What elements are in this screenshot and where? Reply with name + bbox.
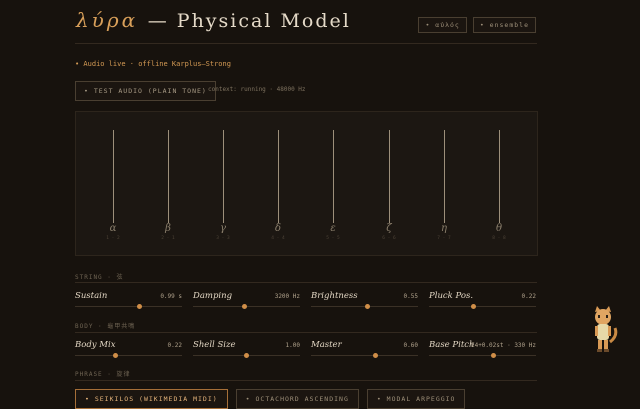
- param-value: 1.00: [285, 342, 300, 349]
- slider-knob[interactable]: [136, 304, 142, 309]
- param-damping: Damping 3200 Hz: [193, 291, 300, 311]
- slider-knob[interactable]: [372, 353, 378, 358]
- section-string-divider: [75, 282, 537, 283]
- string-5[interactable]: [333, 130, 334, 223]
- param-shell-size: Shell Size 1.00: [193, 340, 300, 360]
- string-number: 7 · 7: [437, 236, 451, 241]
- param-label: Sustain: [75, 291, 108, 301]
- param-value: 0.99 s: [160, 293, 182, 300]
- title-greek: λύρα: [76, 8, 139, 32]
- string-number: 8 · 8: [492, 236, 506, 241]
- string-symbol: ε: [330, 223, 336, 234]
- param-master: Master 0.60: [311, 340, 418, 360]
- strings-panel: α 1 · 2 β 2 · 1 γ 3 · 3 δ 4 · 4 ε 5 · 5 ζ 6 · 6 η 7 ·…: [75, 111, 538, 256]
- string-symbol: δ: [274, 223, 282, 234]
- param-label: Brightness: [311, 291, 358, 301]
- aulos-button[interactable]: • αὐλός: [418, 17, 467, 33]
- section-body-divider: [75, 332, 537, 333]
- string-number: 4 · 4: [271, 236, 285, 241]
- damping-slider[interactable]: [193, 304, 300, 309]
- string-7[interactable]: [444, 130, 445, 223]
- header-divider: [75, 43, 537, 44]
- string-number: 2 · 1: [161, 236, 175, 241]
- sustain-slider[interactable]: [75, 304, 182, 309]
- string-symbol: β: [165, 223, 171, 234]
- body-mix-slider[interactable]: [75, 353, 182, 358]
- phrase-seikilos-button[interactable]: • SEIKILOS (WIKIMEDIA MIDI): [75, 389, 228, 409]
- section-body-label: BODY · 龜甲共鳴: [75, 323, 136, 330]
- slider-knob[interactable]: [113, 353, 119, 358]
- string-number: 6 · 6: [382, 236, 396, 241]
- slider-knob[interactable]: [241, 304, 247, 309]
- param-value: 0.22: [521, 293, 536, 300]
- param-value: 3200 Hz: [274, 293, 300, 300]
- param-value: E4+0.02st · 330 Hz: [470, 342, 536, 349]
- param-base-pitch: Base Pitch E4+0.02st · 330 Hz: [429, 340, 536, 360]
- param-label: Master: [311, 340, 342, 350]
- page-title: λύρα — Physical Model: [76, 8, 351, 36]
- cat-mascot-icon: [595, 306, 618, 352]
- brightness-slider[interactable]: [311, 304, 418, 309]
- param-label: Pluck Pos.: [429, 291, 474, 301]
- phrase-octachord-button[interactable]: • OCTACHORD ASCENDING: [235, 389, 359, 409]
- string-1[interactable]: [113, 130, 114, 223]
- param-label: Base Pitch: [429, 340, 475, 350]
- shell-size-slider[interactable]: [193, 353, 300, 358]
- string-number: 5 · 5: [326, 236, 340, 241]
- slider-knob[interactable]: [244, 353, 249, 358]
- slider-knob[interactable]: [365, 304, 371, 309]
- param-value: 0.60: [403, 342, 418, 349]
- param-value: 0.55: [403, 293, 418, 300]
- slider-knob[interactable]: [471, 304, 477, 309]
- string-symbol: α: [109, 223, 117, 234]
- param-label: Damping: [193, 291, 233, 301]
- param-pluck-pos: Pluck Pos. 0.22: [429, 291, 536, 311]
- string-symbol: ζ: [386, 223, 392, 234]
- string-symbol: η: [441, 223, 447, 234]
- string-symbol: γ: [220, 223, 226, 234]
- string-symbol: θ: [495, 223, 503, 234]
- audio-context-status: context: running · 48000 Hz: [208, 86, 306, 93]
- section-string-label: STRING · 弦: [75, 274, 124, 281]
- audio-status: • Audio live · offline Karplus–Strong: [75, 60, 231, 68]
- string-number: 1 · 2: [106, 236, 120, 241]
- string-4[interactable]: [278, 130, 279, 223]
- slider-knob[interactable]: [490, 353, 496, 358]
- title-subtitle: — Physical Model: [147, 10, 351, 32]
- test-audio-button[interactable]: • TEST AUDIO (PLAIN TONE): [75, 81, 216, 101]
- param-body-mix: Body Mix 0.22: [75, 340, 182, 360]
- header-nav: • αὐλός • ensemble: [418, 17, 536, 33]
- string-number: 3 · 3: [216, 236, 230, 241]
- param-label: Body Mix: [75, 340, 116, 350]
- param-value: 0.22: [167, 342, 182, 349]
- base-pitch-slider[interactable]: [429, 353, 536, 358]
- param-label: Shell Size: [193, 340, 236, 350]
- section-phrase-divider: [75, 380, 537, 381]
- phrase-buttons: • SEIKILOS (WIKIMEDIA MIDI) • OCTACHORD …: [75, 389, 466, 409]
- phrase-modal-arpeggio-button[interactable]: • MODAL ARPEGGIO: [366, 389, 466, 409]
- param-sustain: Sustain 0.99 s: [75, 291, 182, 311]
- string-6[interactable]: [389, 130, 390, 223]
- string-3[interactable]: [223, 130, 224, 223]
- ensemble-button[interactable]: • ensemble: [472, 17, 536, 33]
- section-phrase-label: PHRASE · 旋律: [75, 371, 131, 378]
- param-brightness: Brightness 0.55: [311, 291, 418, 311]
- pluck-pos-slider[interactable]: [429, 304, 536, 309]
- string-8[interactable]: [499, 130, 500, 223]
- string-2[interactable]: [168, 130, 169, 223]
- master-slider[interactable]: [311, 353, 418, 358]
